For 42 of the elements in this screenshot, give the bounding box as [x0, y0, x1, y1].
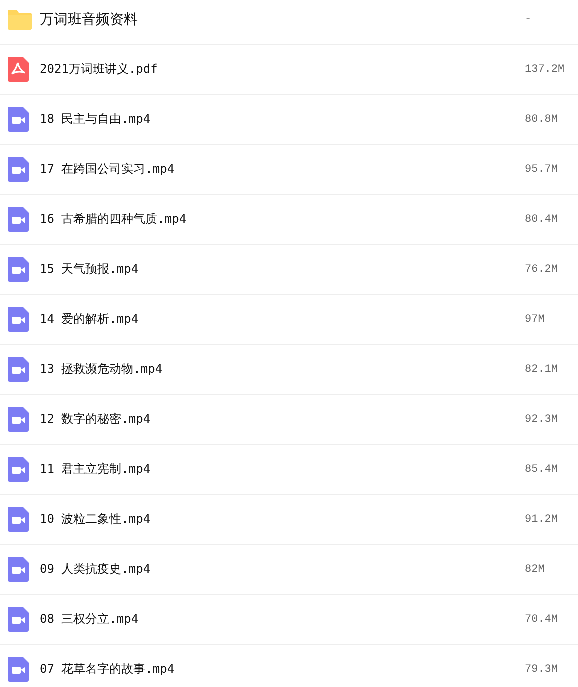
file-size: 79.3M: [525, 664, 560, 676]
file-size: -: [525, 14, 533, 26]
file-name[interactable]: 07 花草名字的故事.mp4: [40, 661, 525, 678]
video-icon: [8, 357, 29, 382]
file-size: 95.7M: [525, 164, 560, 176]
file-size: 80.4M: [525, 214, 560, 226]
file-size: 76.2M: [525, 264, 560, 276]
file-size: 137.2M: [525, 64, 566, 76]
file-size: 91.2M: [525, 514, 560, 526]
file-name[interactable]: 14 爱的解析.mp4: [40, 311, 525, 328]
video-icon: [8, 557, 29, 582]
file-size: 82M: [525, 564, 546, 576]
video-icon: [8, 657, 29, 682]
video-icon: [8, 307, 29, 332]
video-icon: [8, 107, 29, 132]
file-name[interactable]: 2021万词班讲义.pdf: [40, 61, 525, 78]
file-size: 70.4M: [525, 614, 560, 626]
folder-icon: [8, 10, 32, 30]
file-name[interactable]: 08 三权分立.mp4: [40, 611, 525, 628]
file-size: 92.3M: [525, 414, 560, 426]
pdf-icon: [8, 57, 29, 82]
video-icon: [8, 207, 29, 232]
file-name[interactable]: 12 数字的秘密.mp4: [40, 411, 525, 428]
file-name[interactable]: 15 天气预报.mp4: [40, 261, 525, 278]
file-name[interactable]: 10 波粒二象性.mp4: [40, 511, 525, 528]
file-name[interactable]: 11 君主立宪制.mp4: [40, 461, 525, 478]
file-size: 80.8M: [525, 114, 560, 126]
video-icon: [8, 607, 29, 632]
video-icon: [8, 507, 29, 532]
file-name[interactable]: 万词班音频资料: [40, 10, 525, 28]
video-icon: [8, 407, 29, 432]
file-name[interactable]: 16 古希腊的四种气质.mp4: [40, 211, 525, 228]
video-icon: [8, 157, 29, 182]
video-icon: [8, 257, 29, 282]
video-icon: [8, 457, 29, 482]
file-name[interactable]: 09 人类抗疫史.mp4: [40, 561, 525, 578]
file-name[interactable]: 13 拯救濒危动物.mp4: [40, 361, 525, 378]
file-name[interactable]: 18 民主与自由.mp4: [40, 111, 525, 128]
file-size: 97M: [525, 314, 546, 326]
file-size: 82.1M: [525, 364, 560, 376]
file-size: 85.4M: [525, 464, 560, 476]
file-name[interactable]: 17 在跨国公司实习.mp4: [40, 161, 525, 178]
